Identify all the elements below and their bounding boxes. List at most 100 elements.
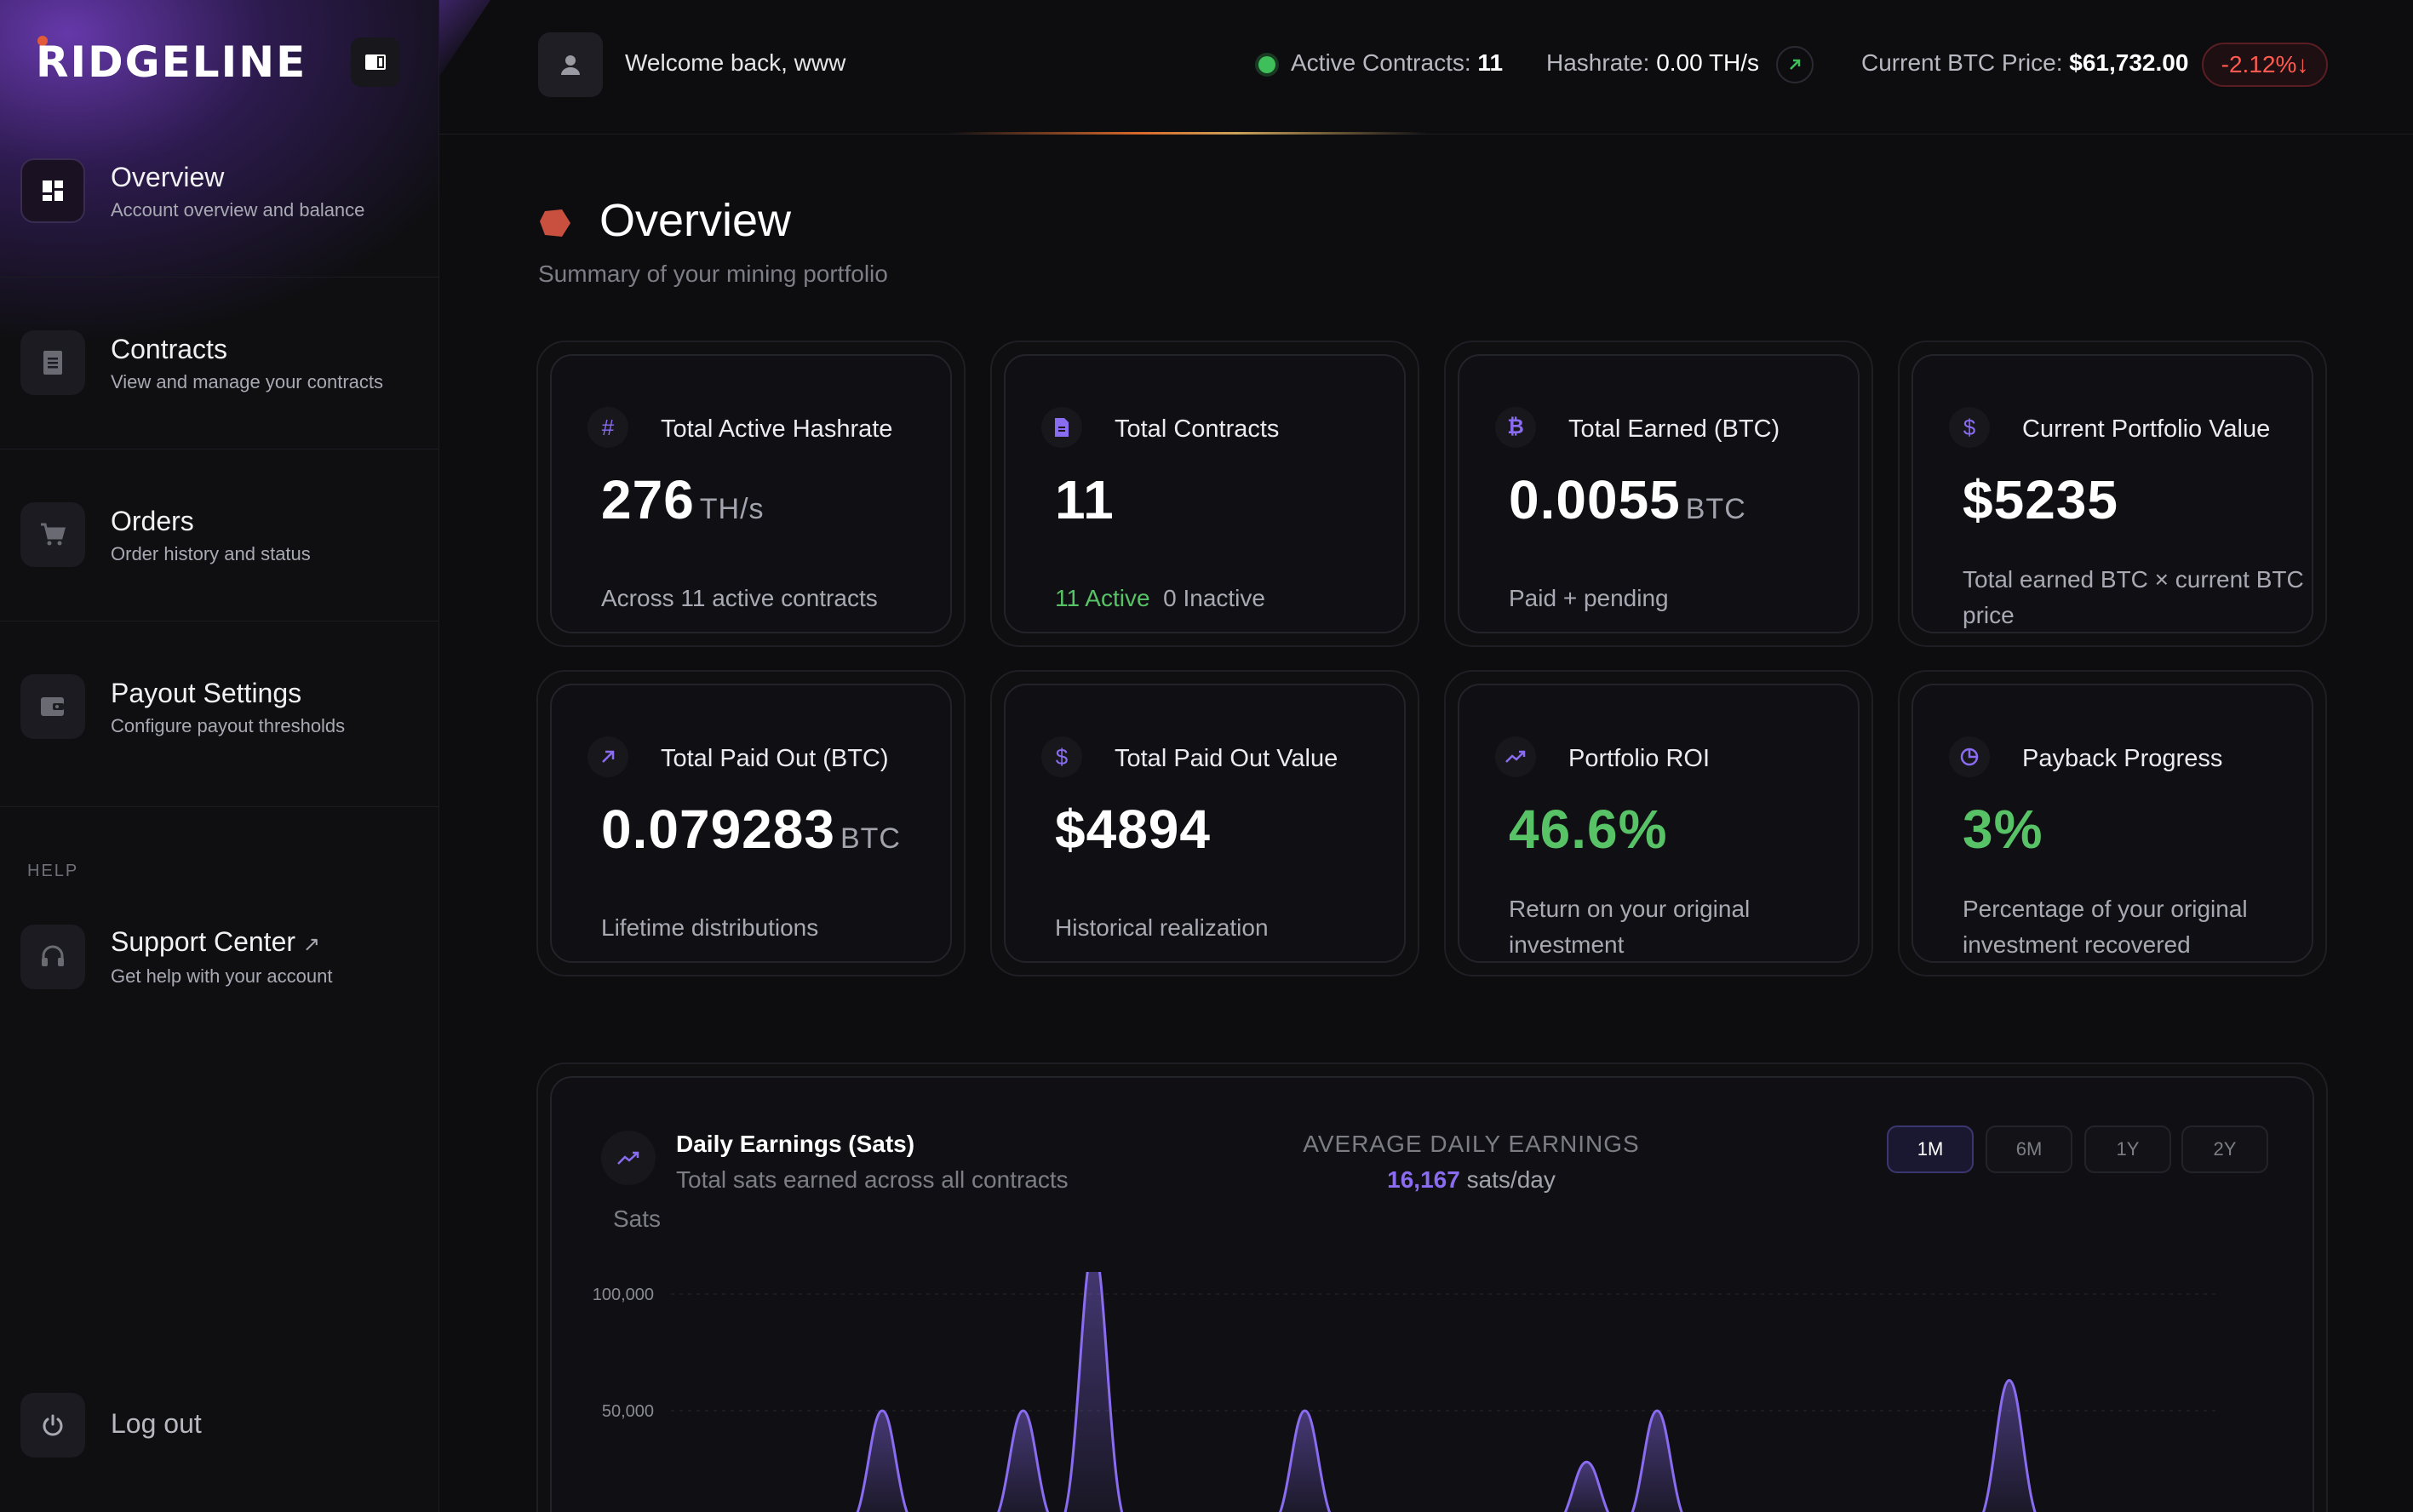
arrow-up-right-icon xyxy=(1790,59,1801,70)
help-section-label: HELP xyxy=(27,862,79,880)
card-inner: Portfolio ROI 46.6% Return on your origi… xyxy=(1458,684,1860,963)
chart-y-axis-title: Sats xyxy=(613,1206,662,1232)
chart-area-peak xyxy=(1565,1462,1608,1512)
range-button-2y[interactable]: 2Y xyxy=(2181,1125,2268,1173)
card-current-portfolio-value: $ Current Portfolio Value $5235 Total ea… xyxy=(1898,341,2327,647)
card-title: Total Active Hashrate xyxy=(661,415,893,443)
btc-price-label: Current BTC Price: xyxy=(1861,49,2063,76)
btc-price-stat: Current BTC Price: $61,732.00 xyxy=(1861,49,2188,77)
card-value: $4894 xyxy=(1055,799,1211,860)
active-contracts-label: Active Contracts: xyxy=(1291,49,1471,76)
card-description: 11 Active 0 Inactive xyxy=(1055,581,1413,616)
active-count: 11 Active xyxy=(1055,585,1150,611)
overview-blob-icon xyxy=(540,209,570,237)
range-button-1y[interactable]: 1Y xyxy=(2084,1125,2171,1173)
card-description: Lifetime distributions xyxy=(601,914,819,941)
sidebar-item-support-center[interactable]: Support Center ↗ Get help with your acco… xyxy=(0,899,438,1071)
welcome-message: Welcome back, www xyxy=(625,49,846,76)
btc-price-value: $61,732.00 xyxy=(2069,49,2189,76)
sidebar-item-payout-settings[interactable]: Payout Settings Configure payout thresho… xyxy=(0,621,438,807)
headset-icon xyxy=(20,925,85,989)
card-description: Total earned BTC × current BTC price xyxy=(1963,566,2304,628)
sidebar-toggle-icon xyxy=(365,54,386,70)
average-earnings-unit: sats/day xyxy=(1466,1166,1556,1193)
card-portfolio-roi: Portfolio ROI 46.6% Return on your origi… xyxy=(1444,670,1873,976)
card-title: Current Portfolio Value xyxy=(2022,415,2271,443)
card-value-number: 276 xyxy=(601,469,695,530)
inactive-count: 0 Inactive xyxy=(1163,585,1265,611)
card-title: Total Paid Out (BTC) xyxy=(661,745,889,772)
chart-area-peak xyxy=(1280,1411,1330,1512)
status-dot xyxy=(1258,56,1275,73)
card-total-active-hashrate: # Total Active Hashrate 276 TH/s Across 1… xyxy=(536,341,966,647)
sidebar-item-subtitle: Account overview and balance xyxy=(111,199,365,220)
card-value-number: 0.0055 xyxy=(1509,469,1681,530)
sidebar-collapse-button[interactable] xyxy=(351,37,400,87)
average-earnings-number: 16,167 xyxy=(1387,1166,1460,1193)
card-inner: Total Paid Out (BTC) 0.079283 BTC Lifetim… xyxy=(550,684,952,963)
logout-button[interactable]: Log out xyxy=(0,1393,438,1461)
avatar[interactable] xyxy=(538,32,603,97)
sidebar-item-orders[interactable]: Orders Order history and status xyxy=(0,450,438,621)
trending-up-icon xyxy=(1495,736,1536,777)
daily-earnings-panel: Daily Earnings (Sats) Total sats earned … xyxy=(536,1062,2328,1512)
card-title: Total Paid Out Value xyxy=(1115,745,1338,772)
range-button-6m[interactable]: 6M xyxy=(1986,1125,2072,1173)
card-total-paid-out-btc: Total Paid Out (BTC) 0.079283 BTC Lifetim… xyxy=(536,670,966,976)
topbar-accent-line xyxy=(950,132,1427,135)
chart-area-peak xyxy=(1632,1411,1682,1512)
chart-area-peak xyxy=(857,1411,908,1512)
hashrate-trend-button[interactable] xyxy=(1776,46,1814,83)
card-value: 0.0055 BTC xyxy=(1509,468,1746,531)
hashrate-label: Hashrate: xyxy=(1546,49,1650,76)
card-title: Payback Progress xyxy=(2022,745,2223,772)
card-value: 11 xyxy=(1055,469,1115,530)
sidebar-item-overview[interactable]: Overview Account overview and balance xyxy=(0,106,438,278)
brand-logo[interactable]: RIDGELINE xyxy=(36,37,307,87)
range-button-1m[interactable]: 1M xyxy=(1887,1125,1974,1173)
card-value: $5235 xyxy=(1963,469,2118,530)
active-contracts-stat: Active Contracts: 11 xyxy=(1291,49,1503,77)
chart-subtitle: Total sats earned across all contracts xyxy=(676,1166,1069,1193)
bitcoin-icon: ₿ xyxy=(1495,407,1536,448)
page-title: Overview xyxy=(599,195,792,246)
sidebar-item-subtitle: View and manage your contracts xyxy=(111,371,383,392)
card-title: Portfolio ROI xyxy=(1568,745,1710,772)
card-description: Paid + pending xyxy=(1509,585,1669,611)
dashboard-icon xyxy=(20,158,85,223)
pie-icon xyxy=(1949,736,1990,777)
sidebar-item-contracts[interactable]: Contracts View and manage your contracts xyxy=(0,278,438,450)
dollar-icon: $ xyxy=(1041,736,1082,777)
card-inner: Total Contracts 11 11 Active 0 Inactive xyxy=(1004,354,1406,633)
card-value: 3% xyxy=(1963,799,2043,860)
logout-label: Log out xyxy=(111,1408,202,1439)
arrow-up-right-icon xyxy=(587,736,628,777)
card-value-unit: TH/s xyxy=(699,493,765,525)
sidebar: RIDGELINE Overview Account overview and … xyxy=(0,0,439,1512)
card-inner: $ Total Paid Out Value $4894 Historical … xyxy=(1004,684,1406,963)
card-description: Percentage of your original investment r… xyxy=(1963,896,2248,958)
sidebar-item-title: Support Center ↗ xyxy=(111,926,320,958)
top-bar: Welcome back, www Active Contracts: 11 H… xyxy=(439,0,2413,135)
user-icon xyxy=(561,55,580,75)
card-total-earned-btc: ₿ Total Earned (BTC) 0.0055 BTC Paid + pe… xyxy=(1444,341,1873,647)
page-subtitle: Summary of your mining portfolio xyxy=(538,261,888,287)
chart-area-peak xyxy=(1983,1380,2035,1512)
card-inner: Payback Progress 3% Percentage of your o… xyxy=(1911,684,2313,963)
chart-area-peak xyxy=(998,1411,1048,1512)
card-value: 46.6% xyxy=(1509,799,1668,860)
document-icon xyxy=(1041,407,1082,448)
sidebar-item-title: Overview xyxy=(111,162,225,192)
card-value: 276 TH/s xyxy=(601,468,765,531)
average-earnings-label: AVERAGE DAILY EARNINGS xyxy=(1303,1131,1640,1157)
sidebar-item-title: Payout Settings xyxy=(111,678,302,708)
hash-icon: # xyxy=(587,407,628,448)
chart-y-tick-label: 50,000 xyxy=(602,1402,654,1421)
sidebar-item-subtitle: Order history and status xyxy=(111,543,311,564)
hashrate-stat: Hashrate: 0.00 TH/s xyxy=(1546,49,1759,77)
card-value-unit: BTC xyxy=(840,822,901,855)
cart-icon xyxy=(20,502,85,567)
hashrate-value: 0.00 TH/s xyxy=(1656,49,1760,76)
card-title: Total Earned (BTC) xyxy=(1568,415,1780,443)
trending-up-icon xyxy=(601,1131,656,1185)
